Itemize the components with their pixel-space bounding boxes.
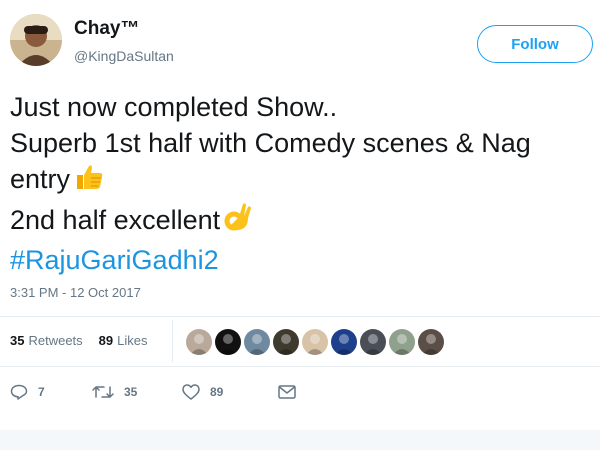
user-avatar-icon xyxy=(360,329,386,355)
divider xyxy=(0,366,600,367)
tweet-line: entry xyxy=(10,161,595,201)
stats-separator xyxy=(172,320,173,362)
liker-avatar[interactable] xyxy=(302,329,328,355)
divider xyxy=(0,316,600,317)
likes-stat[interactable]: 89 Likes xyxy=(99,333,148,348)
retweet-action[interactable]: 35 xyxy=(92,384,182,400)
reply-count: 7 xyxy=(38,385,45,399)
author-display-name[interactable]: Chay™ xyxy=(74,18,174,40)
user-avatar-icon xyxy=(418,329,444,355)
tweet-stats: 35 Retweets 89 Likes xyxy=(10,333,148,348)
user-avatar-icon xyxy=(244,329,270,355)
user-avatar-icon xyxy=(10,14,62,66)
user-avatar-icon xyxy=(215,329,241,355)
liker-avatar[interactable] xyxy=(418,329,444,355)
likers-avatars xyxy=(186,329,444,355)
reply-icon xyxy=(10,384,28,400)
envelope-icon xyxy=(278,385,296,399)
author-screen-name[interactable]: @KingDaSultan xyxy=(74,46,174,66)
likes-label: Likes xyxy=(117,333,148,348)
retweet-count: 35 xyxy=(124,385,138,399)
user-avatar-icon xyxy=(186,329,212,355)
thumbs-up-emoji-icon xyxy=(74,162,104,201)
retweets-count: 35 xyxy=(10,333,25,348)
retweet-icon xyxy=(92,386,114,398)
like-count: 89 xyxy=(210,385,224,399)
tweet-timestamp[interactable]: 3:31 PM - 12 Oct 2017 xyxy=(10,285,141,300)
author-avatar[interactable] xyxy=(10,14,62,66)
user-avatar-icon xyxy=(273,329,299,355)
tweet-line: Superb 1st half with Comedy scenes & Nag xyxy=(10,128,531,158)
liker-avatar[interactable] xyxy=(215,329,241,355)
footer-band xyxy=(0,430,600,450)
tweet-line: #RajuGariGadhi2 xyxy=(10,242,595,278)
tweet-line-text: 2nd half excellent xyxy=(10,205,221,235)
retweets-label: Retweets xyxy=(28,333,83,348)
retweets-stat[interactable]: 35 Retweets xyxy=(10,333,83,348)
user-avatar-icon xyxy=(389,329,415,355)
direct-message-action[interactable] xyxy=(278,385,296,399)
tweet-card: Chay™ @KingDaSultan Follow Just now comp… xyxy=(0,0,600,450)
ok-hand-emoji-icon xyxy=(224,201,254,242)
hashtag-link[interactable]: #RajuGariGadhi2 xyxy=(10,245,219,275)
tweet-line-text: entry xyxy=(10,164,71,194)
liker-avatar[interactable] xyxy=(244,329,270,355)
tweet-actions: 7 35 89 xyxy=(10,384,296,400)
liker-avatar[interactable] xyxy=(389,329,415,355)
user-avatar-icon xyxy=(302,329,328,355)
liker-avatar[interactable] xyxy=(331,329,357,355)
author-info: Chay™ @KingDaSultan xyxy=(74,18,174,66)
tweet-line: 2nd half excellent xyxy=(10,201,595,242)
tweet-text: Just now completed Show.. Superb 1st hal… xyxy=(10,89,595,278)
liker-avatar[interactable] xyxy=(360,329,386,355)
follow-button[interactable]: Follow xyxy=(477,25,593,63)
tweet-line: Just now completed Show.. xyxy=(10,92,338,122)
heart-icon xyxy=(182,384,200,400)
liker-avatar[interactable] xyxy=(273,329,299,355)
liker-avatar[interactable] xyxy=(186,329,212,355)
reply-action[interactable]: 7 xyxy=(10,384,92,400)
likes-count: 89 xyxy=(98,333,114,348)
user-avatar-icon xyxy=(331,329,357,355)
like-action[interactable]: 89 xyxy=(182,384,278,400)
